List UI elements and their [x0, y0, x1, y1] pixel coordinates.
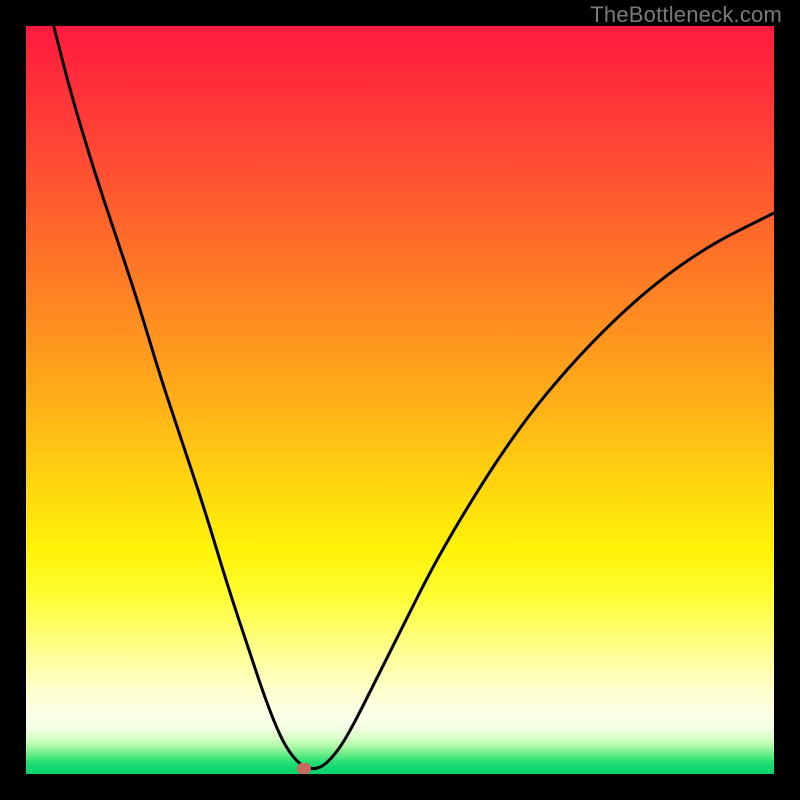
- minimum-marker: [297, 763, 311, 774]
- chart-frame: TheBottleneck.com: [0, 0, 800, 800]
- plot-area: [26, 26, 774, 774]
- bottleneck-curve: [54, 26, 774, 769]
- watermark-text: TheBottleneck.com: [590, 2, 782, 28]
- curve-svg: [26, 26, 774, 774]
